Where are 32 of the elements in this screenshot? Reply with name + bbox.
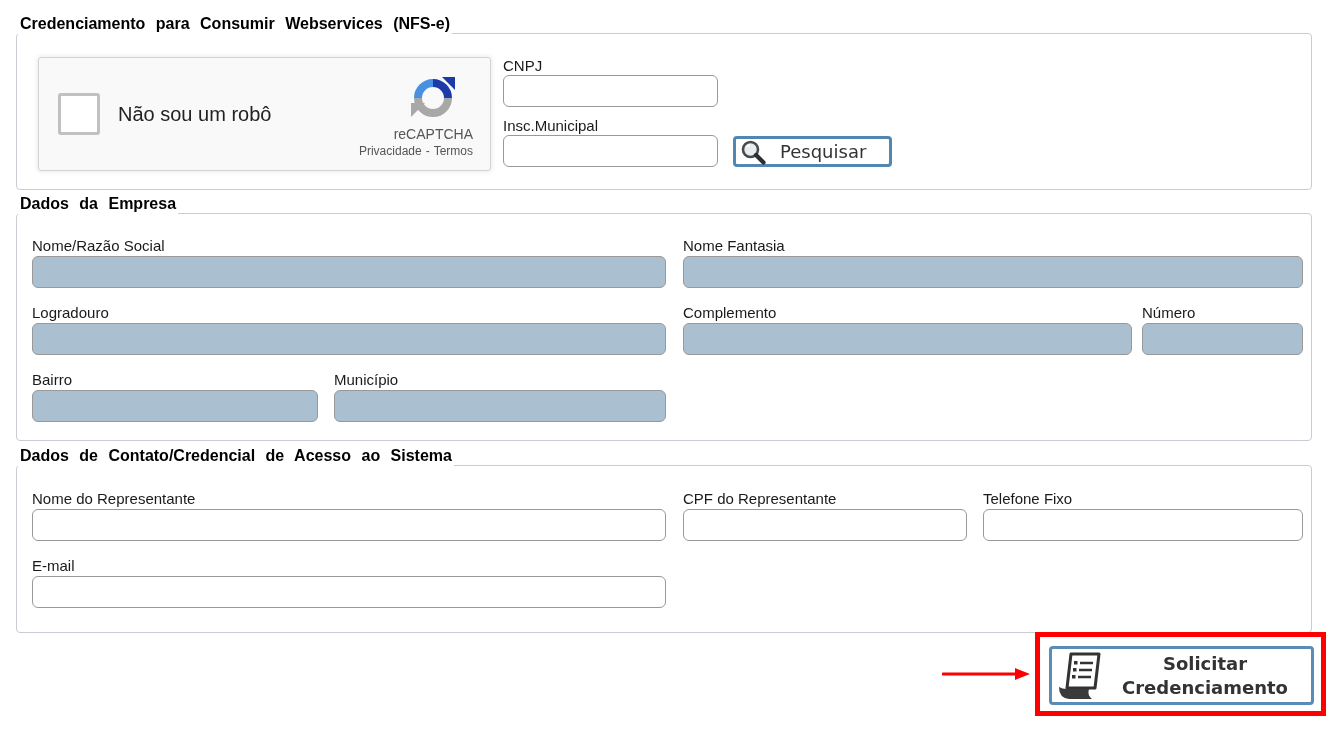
text-field[interactable] bbox=[503, 135, 718, 167]
footer-link[interactable]: Termos bbox=[433, 143, 473, 159]
section-legend: Dados de Contato/Credencial de Acesso ao Sistema bbox=[18, 447, 454, 483]
field-label: Logradouro bbox=[32, 303, 110, 323]
footer-link[interactable]: Privacidade bbox=[358, 143, 422, 159]
field-label: Complemento bbox=[683, 303, 778, 323]
captcha-label: Não sou um robô bbox=[118, 102, 273, 126]
text-field[interactable] bbox=[683, 509, 967, 541]
field-label: E-mail bbox=[32, 556, 76, 576]
text-field[interactable] bbox=[503, 75, 718, 107]
field-label: Bairro bbox=[32, 370, 73, 390]
link-separator: - bbox=[425, 143, 430, 159]
field-label: Nome/Razão Social bbox=[32, 236, 166, 256]
arrow-icon bbox=[942, 667, 1030, 681]
text-field[interactable] bbox=[32, 509, 666, 541]
field-label: Número bbox=[1142, 303, 1197, 323]
field-label: CNPJ bbox=[503, 57, 544, 75]
field-label: Nome Fantasia bbox=[683, 236, 786, 256]
search-button[interactable]: Pesquisar bbox=[733, 136, 892, 167]
checkbox[interactable] bbox=[58, 93, 100, 135]
field-label: Nome do Representante bbox=[32, 489, 197, 509]
field-label: Telefone Fixo bbox=[983, 489, 1074, 509]
brand-text: reCAPTCHA bbox=[393, 125, 473, 143]
search-icon bbox=[740, 138, 766, 165]
field-label: Insc.Municipal bbox=[503, 117, 600, 135]
section-legend: Dados da Empresa bbox=[18, 195, 179, 231]
field-label: Município bbox=[334, 370, 400, 390]
text-field[interactable] bbox=[983, 509, 1303, 541]
field-label: CPF do Representante bbox=[683, 489, 838, 509]
submit-button[interactable]: Solicitar Credenciamento bbox=[1049, 646, 1314, 705]
section-legend: Credenciamento para Consumir Webservices (NFS-e) bbox=[18, 15, 453, 51]
text-field[interactable] bbox=[32, 576, 666, 608]
